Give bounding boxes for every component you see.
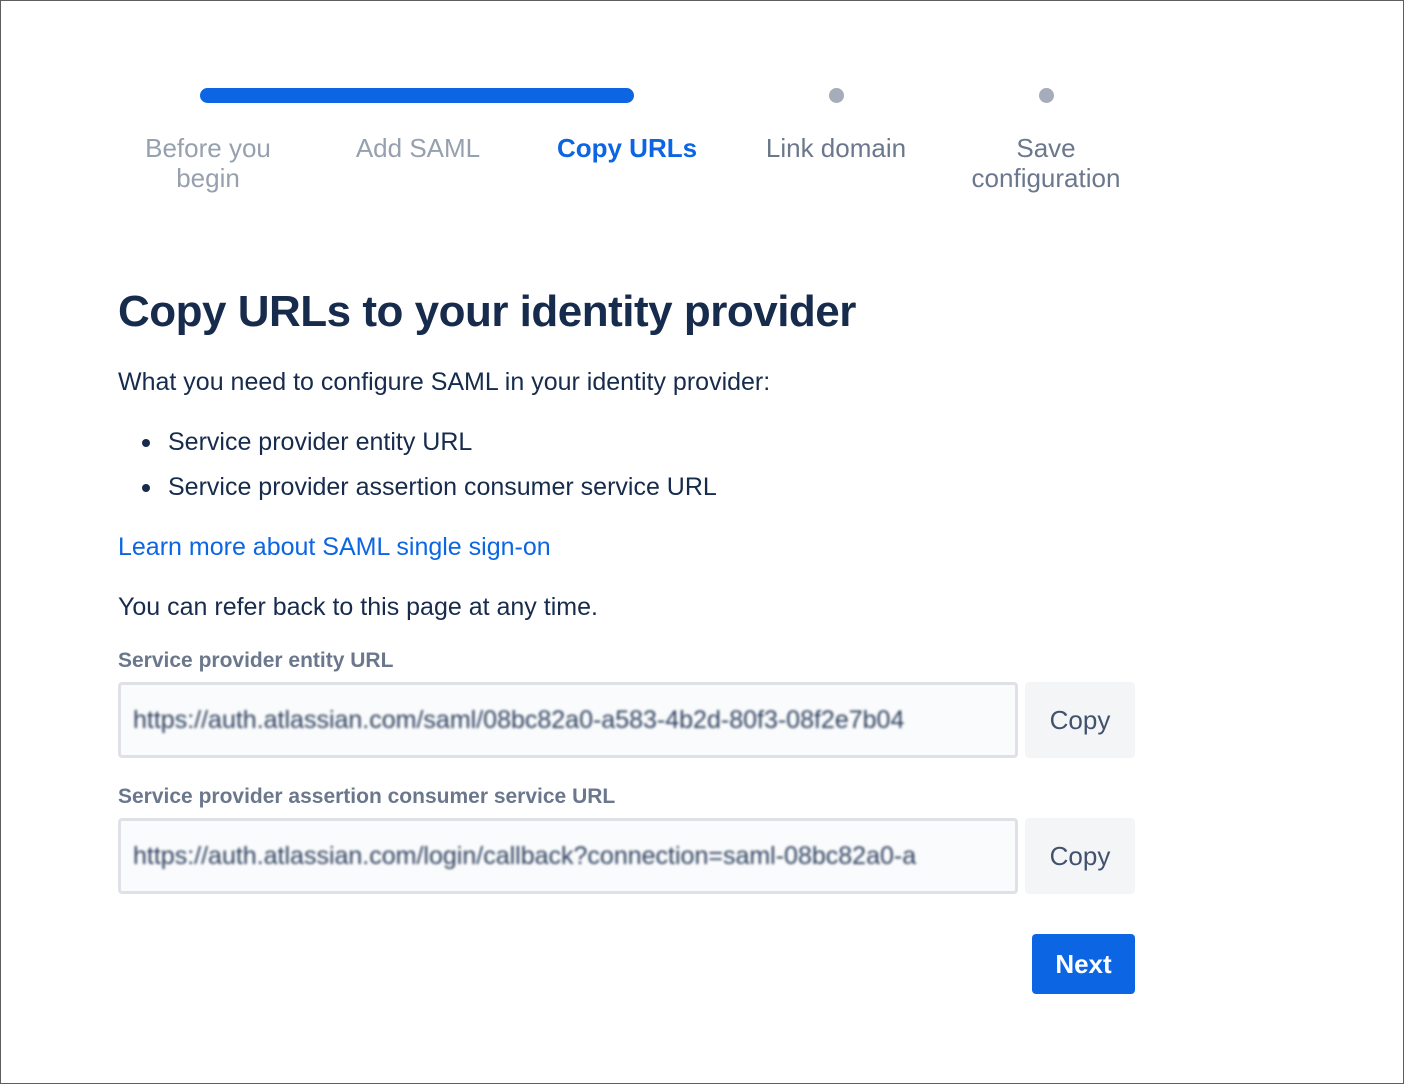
step-label: Link domain [765, 133, 907, 163]
next-button[interactable]: Next [1032, 934, 1135, 994]
entity-url-value: https://auth.atlassian.com/saml/08bc82a0… [133, 706, 905, 734]
list-item: Service provider assertion consumer serv… [142, 472, 1138, 502]
main-content: Copy URLs to your identity provider What… [118, 281, 1138, 894]
step-label: Add SAML [355, 133, 481, 163]
step-before-you-begin: Before you begin [103, 85, 313, 205]
acs-url-value: https://auth.atlassian.com/login/callbac… [133, 842, 917, 870]
step-link-domain: Link domain [731, 85, 941, 205]
step-label: Save configuration [971, 133, 1121, 193]
step-label: Before you begin [145, 133, 271, 193]
progress-tracker: Before you begin Add SAML Copy URLs Link … [103, 85, 1151, 205]
learn-more-link[interactable]: Learn more about SAML single sign-on [118, 532, 551, 562]
acs-url-row: https://auth.atlassian.com/login/callbac… [118, 818, 1138, 894]
step-dot-icon [1038, 88, 1054, 103]
page-title: Copy URLs to your identity provider [118, 287, 856, 336]
refer-back-text: You can refer back to this page at any t… [118, 593, 598, 621]
entity-url-field[interactable]: https://auth.atlassian.com/saml/08bc82a0… [118, 682, 1018, 758]
step-copy-urls: Copy URLs [522, 85, 732, 205]
setup-panel: Before you begin Add SAML Copy URLs Link … [0, 0, 1404, 1084]
acs-url-field[interactable]: https://auth.atlassian.com/login/callbac… [118, 818, 1018, 894]
copy-acs-url-button[interactable]: Copy [1025, 818, 1135, 894]
acs-url-label: Service provider assertion consumer serv… [118, 785, 616, 808]
requirements-list: Service provider entity URL Service prov… [118, 427, 1138, 502]
step-label: Copy URLs [556, 133, 698, 163]
step-save-configuration: Save configuration [941, 85, 1151, 205]
entity-url-label: Service provider entity URL [118, 649, 394, 672]
step-add-saml: Add SAML [313, 85, 523, 205]
intro-text: What you need to configure SAML in your … [118, 368, 771, 396]
step-dot-icon [828, 88, 844, 103]
copy-entity-url-button[interactable]: Copy [1025, 682, 1135, 758]
entity-url-row: https://auth.atlassian.com/saml/08bc82a0… [118, 682, 1138, 758]
list-item: Service provider entity URL [142, 427, 1138, 457]
